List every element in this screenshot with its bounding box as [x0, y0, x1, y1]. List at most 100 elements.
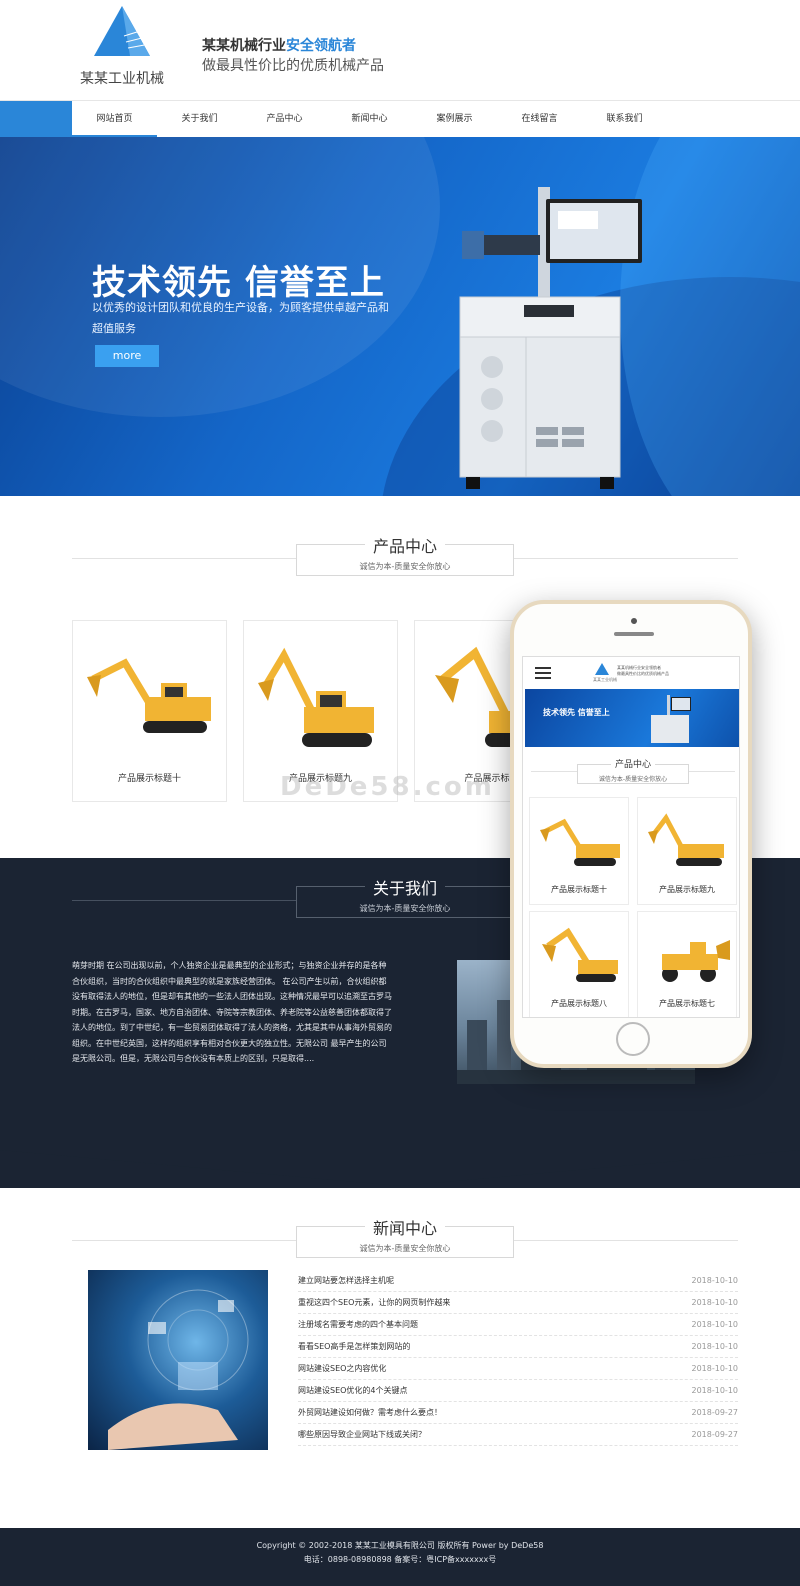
products-heading: 产品中心 诚信为本-质量安全你放心 [72, 537, 738, 580]
product-card[interactable]: 产品展示标题十 [72, 620, 227, 802]
footer-contact: 电话：0898-08980898 备案号：粤ICP备xxxxxxx号 [303, 1555, 497, 1564]
news-item[interactable]: 重视这四个SEO元素，让你的网页制作越来 2018-10-10 [298, 1292, 738, 1314]
nav-item-cases[interactable]: 案例展示 [412, 101, 497, 137]
tech-hand-illustration [108, 1289, 249, 1450]
nav-item-message[interactable]: 在线留言 [497, 101, 582, 137]
logo-text: 某某工业机械 [80, 71, 164, 87]
news-item-date: 2018-09-27 [691, 1430, 739, 1439]
news-item-title[interactable]: 网站建设SEO之内容优化 [298, 1363, 386, 1374]
news-item-title[interactable]: 重视这四个SEO元素，让你的网页制作越来 [298, 1297, 450, 1308]
news-item-date: 2018-10-10 [691, 1298, 739, 1307]
news-subtitle: 诚信为本-质量安全你放心 [359, 1244, 451, 1253]
laser-machine-image [651, 695, 691, 743]
phone-logo-text: 某某工业机械 [593, 677, 617, 682]
slogan-line-1: 某某机械行业安全领航者 [202, 36, 384, 56]
phone-heading-title-text: 产品中心 [610, 760, 655, 770]
nav-item-news[interactable]: 新闻中心 [327, 101, 412, 137]
news-item-date: 2018-10-10 [691, 1386, 739, 1395]
news-item-title[interactable]: 哪些原因导致企业网站下线或关闭？ [298, 1429, 426, 1440]
excavator-image [87, 658, 211, 733]
phone-product-card[interactable]: 产品展示标题九 [637, 797, 737, 905]
excavator-image [648, 813, 724, 866]
header-slogan: 某某机械行业安全领航者 做最具性价比的优质机械产品 [202, 36, 384, 76]
loader-image [662, 940, 730, 982]
news-title-text: 新闻中心 [364, 1219, 445, 1238]
news-item[interactable]: 网站建设SEO优化的4个关键点 2018-10-10 [298, 1380, 738, 1402]
phone-banner-title: 技术领先 信誉至上 [543, 708, 610, 717]
phone-heading-subtitle: 诚信为本-质量安全你放心 [598, 776, 668, 783]
heading-box: 新闻中心 诚信为本-质量安全你放心 [296, 1219, 514, 1258]
hero-banner: 技术领先 信誉至上 以优秀的设计团队和优良的生产设备，为顾客提供卓越产品和超值服… [0, 137, 800, 496]
heading-box: 关于我们 诚信为本-质量安全你放心 [296, 879, 514, 918]
about-subtitle: 诚信为本-质量安全你放心 [359, 904, 451, 913]
laser-machine-image [459, 187, 642, 489]
phone-product-title: 产品展示标题七 [659, 999, 715, 1008]
news-item-date: 2018-10-10 [691, 1320, 739, 1329]
phone-product-card[interactable]: 产品展示标题十 [529, 797, 629, 905]
news-image [88, 1270, 268, 1450]
phone-home-button [616, 1022, 650, 1056]
phone-product-title: 产品展示标题八 [551, 999, 607, 1008]
banner-more-button[interactable]: more [95, 345, 159, 367]
news-title: 新闻中心 [297, 1215, 513, 1239]
excavator-image [542, 927, 618, 982]
phone-product-title: 产品展示标题十 [551, 885, 607, 894]
news-item-date: 2018-10-10 [691, 1342, 739, 1351]
news-item-title[interactable]: 网站建设SEO优化的4个关键点 [298, 1385, 408, 1396]
about-title: 关于我们 [297, 875, 513, 899]
news-item[interactable]: 看看SEO高手是怎样策划网站的 2018-10-10 [298, 1336, 738, 1358]
logo[interactable]: 某某工业机械 [72, 6, 172, 87]
phone-slogan: 某某机械行业安全领航者 做最具性价比的优质机械产品 [617, 665, 669, 677]
phone-product-card[interactable]: 产品展示标题七 [637, 911, 737, 1017]
news-item[interactable]: 哪些原因导致企业网站下线或关闭？ 2018-09-27 [298, 1424, 738, 1446]
heading-box: 产品中心 诚信为本-质量安全你放心 [296, 537, 514, 576]
nav-item-products[interactable]: 产品中心 [242, 101, 327, 137]
slogan-accent: 安全领航者 [286, 38, 356, 54]
phone-product-grid: 产品展示标题十 产品展示标题九 产品展示标题八 产品展示标题七 [529, 797, 737, 1017]
nav-item-contact[interactable]: 联系我们 [582, 101, 667, 137]
news-item[interactable]: 网站建设SEO之内容优化 2018-10-10 [298, 1358, 738, 1380]
phone-camera [631, 618, 637, 624]
news-item[interactable]: 外贸网站建设如何做？需考虑什么要点！ 2018-09-27 [298, 1402, 738, 1424]
site-header: 某某工业机械 某某机械行业安全领航者 做最具性价比的优质机械产品 [0, 0, 800, 100]
news-item[interactable]: 注册域名需要考虑的四个基本问题 2018-10-10 [298, 1314, 738, 1336]
phone-slogan-2: 做最具性价比的优质机械产品 [617, 671, 669, 676]
hamburger-menu-icon[interactable] [535, 667, 551, 682]
mobile-preview-phone: 某某工业机械 某某机械行业安全领航者 做最具性价比的优质机械产品 技术领先 信誉… [510, 600, 752, 1068]
nav-item-about[interactable]: 关于我们 [157, 101, 242, 137]
news-item-date: 2018-10-10 [691, 1364, 739, 1373]
excavator-image [258, 647, 374, 747]
slogan-prefix: 某某机械行业 [202, 38, 286, 54]
products-title-text: 产品中心 [364, 537, 445, 556]
news-item-title[interactable]: 外贸网站建设如何做？需考虑什么要点！ [298, 1407, 442, 1418]
site-footer: Copyright © 2002-2018 某某工业模具有限公司 版权所有 Po… [0, 1528, 800, 1586]
news-heading: 新闻中心 诚信为本-质量安全你放心 [72, 1219, 738, 1262]
phone-products-heading: 产品中心 诚信为本-质量安全你放心 [531, 760, 735, 789]
phone-screen: 某某工业机械 某某机械行业安全领航者 做最具性价比的优质机械产品 技术领先 信誉… [522, 656, 740, 1018]
footer-copyright: Copyright © 2002-2018 某某工业模具有限公司 版权所有 Po… [256, 1541, 544, 1550]
about-text: 萌芽时期 在公司出现以前，个人独资企业是最典型的企业形式；与独资企业并存的是各种… [72, 961, 392, 1063]
slogan-line-2: 做最具性价比的优质机械产品 [202, 58, 384, 74]
heading-box: 产品中心 诚信为本-质量安全你放心 [577, 760, 689, 784]
products-subtitle: 诚信为本-质量安全你放心 [359, 562, 451, 571]
news-item-date: 2018-09-27 [691, 1408, 739, 1417]
news-item-title[interactable]: 建立网站要怎样选择主机呢 [298, 1275, 394, 1286]
news-list: 建立网站要怎样选择主机呢 2018-10-10 重视这四个SEO元素，让你的网页制… [298, 1270, 738, 1446]
main-nav: 网站首页 关于我们 产品中心 新闻中心 案例展示 在线留言 联系我们 [72, 101, 667, 137]
phone-heading-title: 产品中心 [578, 757, 688, 770]
news-item-title[interactable]: 注册域名需要考虑的四个基本问题 [298, 1319, 418, 1330]
nav-accent-bar [0, 101, 72, 137]
news-item-date: 2018-10-10 [691, 1276, 739, 1285]
watermark: DeDe58.com [280, 772, 495, 802]
news-item-title[interactable]: 看看SEO高手是怎样策划网站的 [298, 1341, 410, 1352]
nav-item-home[interactable]: 网站首页 [72, 101, 157, 137]
phone-product-card[interactable]: 产品展示标题八 [529, 911, 629, 1017]
logo-triangle-icon [94, 6, 150, 56]
phone-speaker [614, 632, 654, 636]
main-nav-bar: 网站首页 关于我们 产品中心 新闻中心 案例展示 在线留言 联系我们 [0, 100, 800, 137]
products-title: 产品中心 [297, 533, 513, 557]
news-item[interactable]: 建立网站要怎样选择主机呢 2018-10-10 [298, 1270, 738, 1292]
phone-banner: 技术领先 信誉至上 [525, 689, 739, 747]
logo-triangle-icon [595, 663, 609, 675]
about-title-text: 关于我们 [364, 879, 445, 898]
